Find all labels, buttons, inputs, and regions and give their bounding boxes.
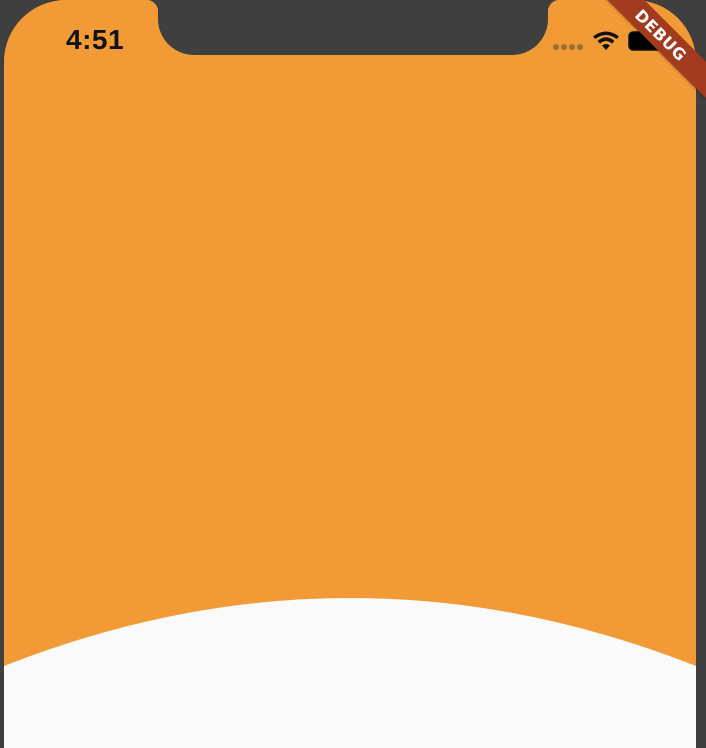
device-frame: 4:51 DEBUG (0, 0, 706, 748)
device-right-edge (696, 0, 706, 748)
curved-white-panel (4, 598, 696, 748)
signal-dots-icon (553, 44, 585, 52)
wifi-icon (593, 31, 619, 50)
device-notch (146, 0, 560, 55)
status-time: 4:51 (66, 24, 125, 55)
app-screen: 4:51 (4, 0, 696, 748)
